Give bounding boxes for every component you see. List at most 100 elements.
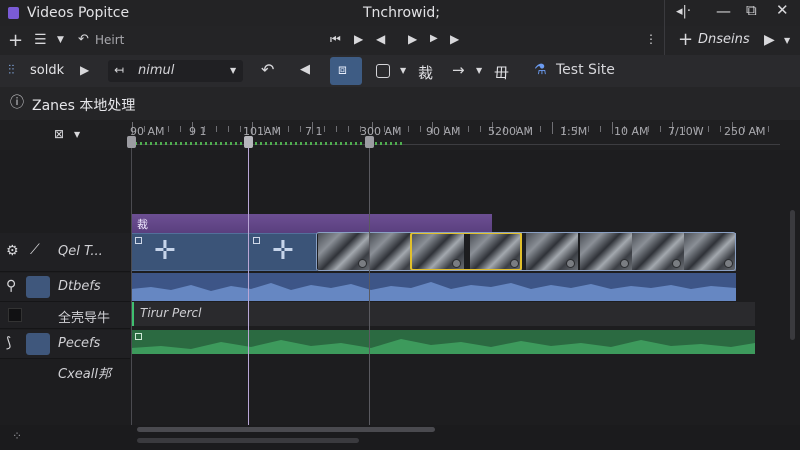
overlay-clip[interactable]: 裁 (131, 214, 492, 233)
marker-line (131, 140, 132, 430)
glyph-button-b[interactable]: 毌 (494, 62, 509, 83)
filter-dropdown[interactable]: ↤ nimul ▼ (108, 60, 243, 82)
ruler-tick (420, 126, 421, 132)
divider (664, 26, 665, 55)
music-clip[interactable] (131, 330, 755, 354)
back-label[interactable]: Heirt (95, 33, 124, 47)
ruler-tick (216, 126, 217, 132)
chevron-down-icon[interactable]: ▼ (476, 67, 482, 75)
ruler-label: 7 1 (305, 125, 323, 138)
site-label[interactable]: Test Site (556, 62, 615, 78)
ruler-tick (228, 126, 229, 132)
ruler-tick (480, 126, 481, 132)
search-icon[interactable]: ⚲ (6, 279, 16, 293)
fast-forward-icon[interactable]: ▶ (450, 33, 459, 45)
toolbar-primary: + ☰ ▼ ↶ Heirt ⏮ ▶ ◀ ▶ ▶ ▶ ⋮ + Dnseins ▶ … (0, 26, 800, 56)
right-panel-label[interactable]: Dnseins (698, 32, 750, 47)
track-header-video[interactable]: ⚙ ⟋ Qel T... (0, 233, 130, 272)
menu-icon[interactable]: ☰ (34, 33, 47, 47)
track-label: Pecefs (58, 336, 101, 351)
mode-label[interactable]: soldk (30, 63, 64, 78)
play-forward-icon[interactable]: ▶ (408, 33, 417, 45)
chevron-down-icon[interactable]: ▼ (784, 37, 790, 45)
playhead[interactable] (248, 140, 249, 430)
vertical-scrollbar[interactable] (790, 210, 795, 340)
ruler-tick (552, 122, 553, 134)
gear-icon[interactable]: ⚙ (6, 244, 19, 258)
ruler-tick (468, 126, 469, 132)
crop-icon: ⧈ (338, 62, 347, 78)
skip-back-icon[interactable]: ⏮ (330, 33, 341, 45)
arrow-right-icon[interactable]: → (452, 63, 465, 78)
ruler-tick (600, 126, 601, 132)
window-title: Tnchrowid; (363, 5, 440, 21)
chevron-down-icon[interactable]: ▼ (400, 67, 406, 75)
project-bar: ⓘ Zanes 本地处理 (0, 87, 800, 121)
checkbox[interactable] (8, 308, 22, 322)
ruler-label: 1:5M (560, 125, 588, 138)
app-title: Videos Popitce (27, 5, 130, 21)
shape-icon[interactable] (376, 64, 390, 78)
track-header-extra[interactable]: Cxeall邦 (0, 360, 130, 386)
close-icon[interactable]: ✕ (776, 3, 789, 18)
track-header-audio[interactable]: ⚲ Dtbefs (0, 273, 130, 302)
undo-icon[interactable]: ↶ (78, 33, 89, 46)
minimize-icon[interactable]: — (716, 4, 731, 19)
ruler-tick (540, 126, 541, 132)
ruler-label: 7/10W (668, 125, 704, 138)
ruler-tick (288, 126, 289, 132)
split-icon[interactable]: ⫶⫶ (8, 64, 15, 77)
track-label: Dtbefs (58, 279, 101, 294)
title-clip-label[interactable]: Tirur Percl (140, 306, 201, 320)
track-label: Cxeall邦 (58, 367, 111, 382)
clip-handle-icon (253, 237, 260, 244)
chevron-down-icon[interactable]: ▼ (74, 131, 80, 139)
horizontal-scrollbar[interactable] (137, 427, 435, 432)
rewind-icon[interactable]: ◀ (376, 33, 385, 45)
clip-outline (316, 232, 736, 271)
app-logo-icon (8, 7, 19, 19)
music-waveform-icon (131, 339, 755, 354)
chevron-down-icon[interactable]: ▼ (57, 36, 64, 45)
crosshair-icon: ✛ (154, 236, 176, 266)
marker-handle[interactable] (365, 136, 374, 148)
track-header-title[interactable]: 全壳导牛 (0, 302, 130, 329)
triangle-left-icon[interactable]: ◀ (300, 63, 310, 76)
video-clip-main[interactable]: ✛ ✛ (131, 233, 317, 271)
music-icon[interactable]: ⟆ (6, 336, 11, 350)
play-icon[interactable]: ▶ (354, 33, 363, 45)
clip-handle-icon (135, 333, 142, 340)
horizontal-scrollbar-secondary[interactable] (137, 438, 359, 443)
track-header-music[interactable]: ⟆ Pecefs (0, 330, 130, 359)
audio-clip[interactable] (131, 273, 736, 301)
site-icon: ⚗ (534, 62, 547, 78)
ruler-label: 90 AM (426, 125, 461, 138)
crosshair-icon: ✛ (272, 236, 294, 266)
status-bar: ⁘ (0, 425, 800, 450)
audio-toggle-icon[interactable] (26, 276, 50, 298)
playhead-handle[interactable] (244, 136, 253, 148)
music-toggle-icon[interactable] (26, 333, 50, 355)
add-icon[interactable]: + (678, 31, 693, 49)
divider (664, 0, 665, 26)
marker-line (369, 140, 370, 430)
ruler-tick (168, 126, 169, 132)
undo-icon[interactable]: ↶ (261, 62, 274, 78)
more-vertical-icon[interactable]: ⋮ (645, 33, 657, 45)
overlay-clip-label: 裁 (137, 218, 148, 231)
marker-handle[interactable] (127, 136, 136, 148)
glyph-button-a[interactable]: 裁 (418, 62, 433, 83)
ruler-tick (660, 126, 661, 132)
step-forward-icon[interactable]: ▶ (430, 34, 438, 44)
share-window-icon[interactable]: ⧉ (746, 3, 757, 18)
add-icon[interactable]: + (8, 32, 23, 50)
ruler-tick (300, 126, 301, 132)
ruler-tick (768, 126, 769, 132)
curve-icon[interactable]: ⟋ (30, 243, 40, 257)
back-forward-icon[interactable]: ◂|· (676, 5, 691, 18)
play-icon[interactable]: ▶ (764, 33, 775, 47)
clip-handle-icon (135, 237, 142, 244)
play-icon[interactable]: ▶ (80, 64, 89, 76)
crop-tool-button[interactable]: ⧈ (330, 57, 362, 85)
snapping-icon[interactable]: ⊠ (54, 128, 64, 140)
